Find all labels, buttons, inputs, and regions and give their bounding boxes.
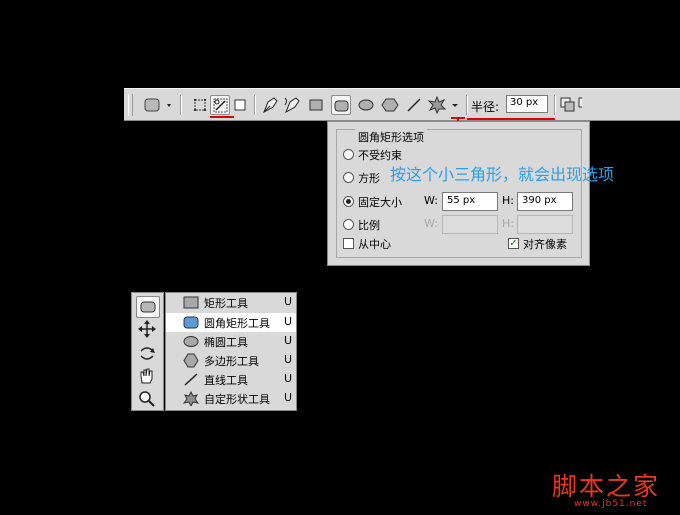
square-radio[interactable] <box>343 172 354 183</box>
ellipse-tool-button[interactable] <box>356 95 376 115</box>
snap-pixels-checkbox[interactable]: ✓ <box>508 238 519 249</box>
fixed-size-label: 固定大小 <box>358 196 402 209</box>
options-bar-grip[interactable] <box>128 94 133 116</box>
line-icon <box>407 98 421 112</box>
rotate-view-icon <box>140 347 155 360</box>
custom-shape-icon <box>427 95 447 115</box>
width-input[interactable]: 55 px <box>442 192 498 211</box>
radius-highlight-underline <box>467 118 555 120</box>
proportional-height-label: H: <box>502 217 514 230</box>
move-tool-button[interactable] <box>136 319 160 341</box>
radius-input[interactable]: 30 px <box>506 95 548 113</box>
rotate-view-tool-button[interactable] <box>136 343 160 365</box>
proportional-width-label: W: <box>424 217 438 230</box>
hand-tool-button[interactable] <box>136 366 160 388</box>
shape-layers-button[interactable] <box>190 95 210 115</box>
polygon-icon <box>381 98 399 112</box>
unconstrained-radio[interactable] <box>343 149 354 160</box>
from-center-checkbox[interactable] <box>343 238 354 249</box>
proportional-radio[interactable] <box>343 219 354 230</box>
rounded-rectangle-icon <box>183 316 199 329</box>
tool-preset-picker[interactable] <box>140 95 174 115</box>
snap-pixels-label: 对齐像素 <box>523 238 567 251</box>
watermark-url: www.jb51.net <box>574 499 648 509</box>
flyout-item-line[interactable]: 直线工具 U <box>166 370 296 389</box>
hand-icon <box>140 368 153 384</box>
shape-tool-button[interactable] <box>136 296 160 318</box>
options-group-title: 圆角矩形选项 <box>355 129 427 145</box>
move-icon <box>138 320 156 338</box>
height-label: H: <box>502 194 514 207</box>
flyout-item-custom-shape[interactable]: 自定形状工具 U <box>166 389 296 408</box>
fill-pixels-icon <box>234 99 246 111</box>
paths-icon <box>213 98 228 113</box>
polygon-icon <box>183 353 199 368</box>
rounded-rectangle-tool-button[interactable] <box>331 95 351 115</box>
ellipse-icon <box>358 99 374 111</box>
proportional-label: 比例 <box>358 219 380 232</box>
add-shape-area-button[interactable] <box>576 95 582 115</box>
rectangle-icon <box>183 296 199 309</box>
flyout-item-polygon[interactable]: 多边形工具 U <box>166 351 296 370</box>
new-shape-area-button[interactable] <box>558 95 578 115</box>
shape-layers-icon <box>194 99 206 111</box>
zoom-tool-button[interactable] <box>136 389 160 411</box>
height-input[interactable]: 390 px <box>517 192 573 211</box>
paths-highlight-underline <box>210 116 234 118</box>
rounded-rectangle-icon <box>140 301 156 313</box>
proportional-width-input <box>442 215 498 234</box>
shape-tools-flyout: 矩形工具 U 圆角矩形工具 U 椭圆工具 U 多边形工具 U 直线工具 U 自定… <box>165 292 297 411</box>
pen-icon <box>263 97 278 114</box>
annotation-text: 按这个小三角形，就会出现选项 <box>390 165 615 184</box>
line-tool-button[interactable] <box>404 95 424 115</box>
custom-shape-tool-button[interactable] <box>427 95 447 115</box>
add-shape-area-icon <box>578 97 582 108</box>
paths-button[interactable] <box>210 95 230 115</box>
dropdown-triangle-icon <box>452 104 458 107</box>
ellipse-icon <box>183 336 199 347</box>
options-bar: 半径: 30 px <box>124 88 680 121</box>
freeform-pen-icon <box>284 97 300 114</box>
rounded-rectangle-options-panel: 圆角矩形选项 不受约束 方形 固定大小 W: 55 px H: 390 px 比… <box>327 121 590 266</box>
rounded-rectangle-preset-icon <box>144 98 171 112</box>
polygon-tool-button[interactable] <box>380 95 400 115</box>
custom-shape-icon <box>182 391 200 406</box>
watermark-logo: 脚本之家 <box>552 472 661 501</box>
rectangle-icon <box>309 99 323 111</box>
radius-label: 半径: <box>471 100 500 114</box>
pen-tool-button[interactable] <box>260 95 280 115</box>
rounded-rectangle-icon <box>334 100 349 112</box>
fill-pixels-button[interactable] <box>230 95 250 115</box>
line-icon <box>184 373 198 386</box>
flyout-item-rounded-rectangle[interactable]: 圆角矩形工具 U <box>166 313 296 332</box>
width-label: W: <box>424 194 438 207</box>
shape-options-dropdown-button[interactable] <box>448 95 462 115</box>
fixed-size-radio[interactable] <box>343 196 354 207</box>
rectangle-tool-button[interactable] <box>306 95 326 115</box>
proportional-height-input <box>517 215 573 234</box>
from-center-label: 从中心 <box>358 238 391 251</box>
new-shape-area-icon <box>560 97 575 112</box>
tools-panel <box>131 292 164 411</box>
square-label: 方形 <box>358 172 380 185</box>
magnifier-icon <box>139 391 155 407</box>
freeform-pen-tool-button[interactable] <box>282 95 302 115</box>
flyout-item-rectangle[interactable]: 矩形工具 U <box>166 293 296 312</box>
flyout-item-ellipse[interactable]: 椭圆工具 U <box>166 332 296 351</box>
